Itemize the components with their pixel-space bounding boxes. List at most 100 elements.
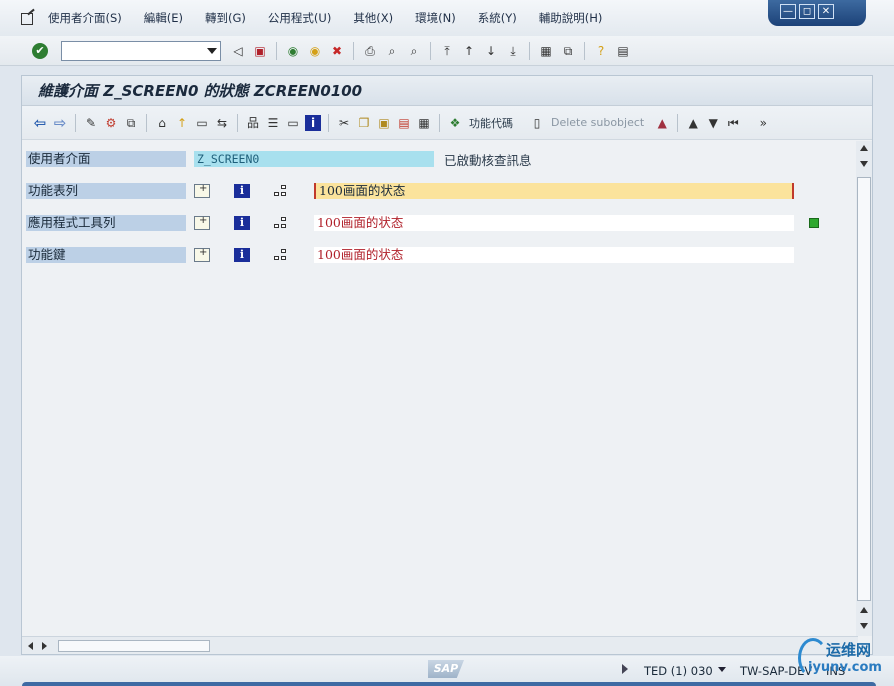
exit-icon[interactable]: ◉ [307,43,323,59]
menu-bar-row: 功能表列 i 100画面的状态 [26,183,826,199]
navigation-icon[interactable]: ⇆ [214,115,230,131]
new-session-icon[interactable]: ▦ [538,43,554,59]
vertical-scroll-thumb[interactable] [857,177,871,601]
previous-page-icon[interactable]: ↑ [461,43,477,59]
delete-icon[interactable]: ▦ [416,115,432,131]
cut-icon[interactable]: ✂ [336,115,352,131]
first-page-icon[interactable]: ⤒ [439,43,455,59]
app-toolbar-field[interactable]: 100画面的状态 [314,215,794,231]
scroll-down-icon[interactable]: ▼ [705,115,721,131]
save-icon[interactable]: ▣ [252,43,268,59]
scroll-left-arrow-icon[interactable] [28,642,33,650]
display-object-list-icon[interactable]: ▭ [194,115,210,131]
activate-icon[interactable]: ⚙ [103,115,119,131]
info-icon[interactable]: i [234,216,250,230]
shortcut-icon[interactable]: ⧉ [560,43,576,59]
expand-icon[interactable] [194,247,210,262]
hierarchy-icon[interactable] [274,248,290,262]
info-icon[interactable]: i [234,248,250,262]
standard-toolbar: ✔ ◁ ▣ ◉ ◉ ✖ ⎙ ⌕ ⌕ ⤒ ↑ ↓ ⤓ ▦ ⧉ ? ▤ [0,36,894,66]
toolbar-separator [430,41,431,60]
title-bar: 維護介面 Z_SCREEN0 的狀態 ZCREEN0100 [22,76,872,106]
chevron-down-icon[interactable] [207,47,217,54]
menu-bar-label: 功能表列 [26,183,186,199]
list-icon[interactable]: ☰ [265,115,281,131]
horizontal-scroll-thumb[interactable] [58,640,210,652]
where-used-icon[interactable]: ⌂ [154,115,170,131]
toolbar-separator [529,41,530,60]
menu-user-interface[interactable]: 使用者介面(S) [48,10,122,26]
scroll-down-arrow-icon[interactable] [860,161,868,167]
menu-edit[interactable]: 編輯(E) [144,10,183,26]
close-button[interactable]: ✕ [818,4,834,19]
scroll-up-icon[interactable]: ▲ [685,115,701,131]
toolbar-separator [328,113,329,132]
toolbar-separator [677,113,679,132]
command-field[interactable] [61,40,221,61]
test-icon[interactable]: ↑ [174,115,190,131]
layout-menu-icon[interactable]: ▤ [615,43,631,59]
back-arrow-icon[interactable]: ⇦ [32,115,48,131]
function-keys-row: 功能鍵 i 100画面的状态 [26,247,826,263]
interface-value[interactable]: Z_SCREEN0 [194,151,434,167]
last-page-icon[interactable]: ⤓ [505,43,521,59]
delete-subobject-button[interactable]: Delete subobject [551,116,644,129]
function-keys-field[interactable]: 100画面的状态 [314,247,794,263]
main-frame: 維護介面 Z_SCREEN0 的狀態 ZCREEN0100 ⇦ ⇨ ✎ ⚙ ⧉ … [21,75,873,655]
menu-help[interactable]: 輔助說明(H) [539,10,603,26]
hierarchy-icon[interactable] [274,184,290,198]
toolbar-separator [276,41,277,60]
info-icon[interactable]: i [305,114,321,131]
find-icon[interactable]: ⌕ [384,43,400,59]
forward-arrow-icon[interactable]: ⇨ [52,115,68,131]
toolbar-separator [75,113,76,132]
info-icon[interactable]: i [234,184,250,198]
menu-utilities[interactable]: 公用程式(U) [268,10,331,26]
customize-menu-icon[interactable] [20,11,36,25]
content-area: 使用者介面 Z_SCREEN0 已啟動核查訊息 功能表列 i 100画面的状态 … [22,140,872,635]
restore-button[interactable]: ◻ [799,4,815,19]
expand-icon[interactable] [194,215,210,230]
toolbar-separator [353,41,354,60]
help-icon[interactable]: ? [593,43,609,59]
toolbar-separator [146,113,147,132]
display-change-icon[interactable]: ✎ [83,115,99,131]
menu-extras[interactable]: 其他(X) [353,10,393,26]
hierarchy-icon[interactable] [274,216,290,230]
other-object-icon[interactable]: ⧉ [123,115,139,131]
scroll-down-arrow-icon[interactable] [860,623,868,629]
chevron-down-icon[interactable] [718,667,726,672]
hat-icon[interactable]: ▲ [654,115,670,131]
paste-icon[interactable]: ▣ [376,115,392,131]
back-triangle-icon[interactable]: ◁ [230,43,246,59]
menu-bar-field[interactable]: 100画面的状态 [314,183,794,199]
expand-icon[interactable] [194,183,210,198]
more-overflow-icon[interactable]: » [755,115,771,131]
menu-bar: 使用者介面(S) 編輯(E) 轉到(G) 公用程式(U) 其他(X) 環境(N)… [0,0,894,36]
next-page-icon[interactable]: ↓ [483,43,499,59]
insert-icon[interactable]: ▤ [396,115,412,131]
page-title: 維護介面 Z_SCREEN0 的狀態 ZCREEN0100 [38,82,363,100]
function-code-icon[interactable]: ❖ [447,115,463,131]
minimize-button[interactable]: — [780,4,796,19]
find-next-icon[interactable]: ⌕ [406,43,422,59]
scroll-up-arrow-icon[interactable] [860,607,868,613]
menu-system[interactable]: 系統(Y) [478,10,517,26]
enter-check-icon[interactable]: ✔ [32,42,48,59]
function-code-button[interactable]: 功能代碼 [469,115,513,131]
hierarchy-icon[interactable]: 品 [245,115,261,131]
menu-environment[interactable]: 環境(N) [415,10,456,26]
print-icon[interactable]: ⎙ [362,43,378,59]
back-icon[interactable]: ◉ [285,43,301,59]
scroll-up-arrow-icon[interactable] [860,145,868,151]
app-toolbar-label: 應用程式工具列 [26,215,186,231]
first-entry-icon[interactable]: ⏮ [725,115,741,131]
menu-goto[interactable]: 轉到(G) [205,10,246,26]
status-expand-icon[interactable] [622,664,628,674]
copy-icon[interactable]: ❐ [356,115,372,131]
horizontal-scrollbar[interactable] [22,636,858,654]
cancel-icon[interactable]: ✖ [329,43,345,59]
vertical-scrollbar[interactable] [856,141,872,636]
scroll-right-arrow-icon[interactable] [42,642,47,650]
panel-icon[interactable]: ▭ [285,115,301,131]
